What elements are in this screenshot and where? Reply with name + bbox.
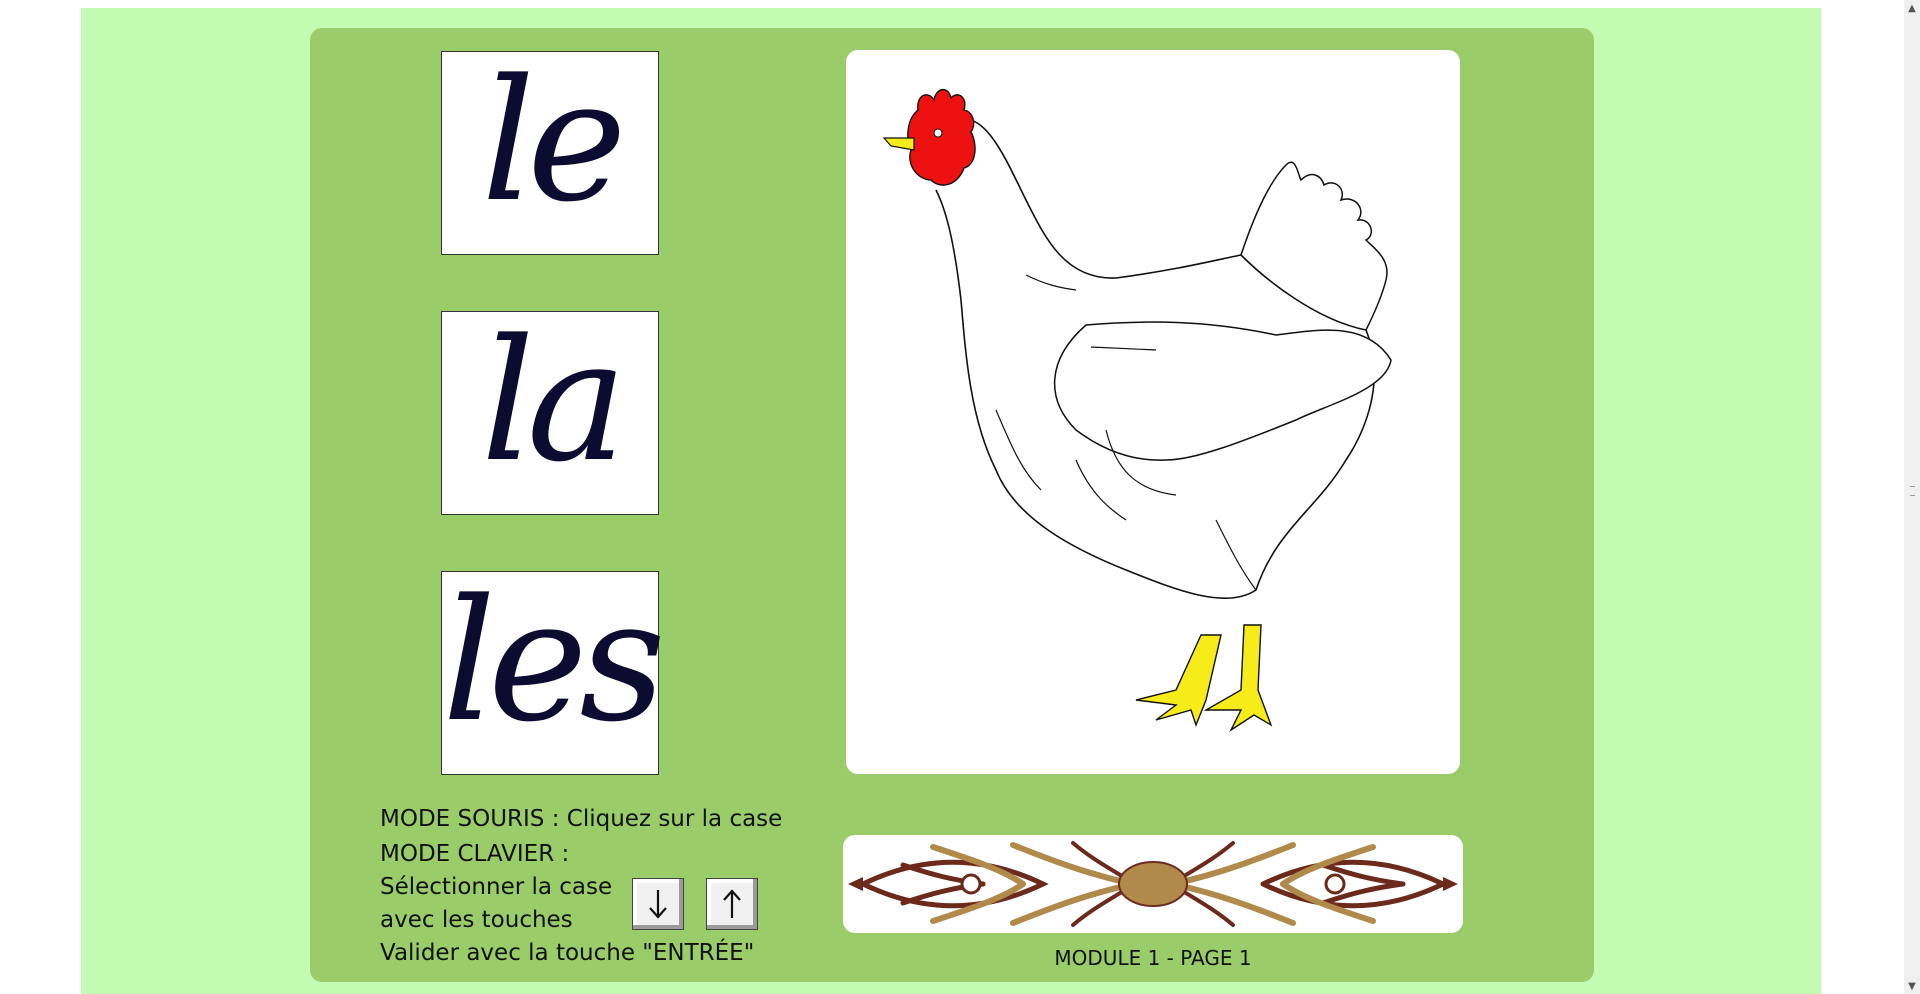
word-text: les xyxy=(442,563,665,759)
down-arrow-icon xyxy=(649,890,667,919)
scroll-up-icon[interactable]: ▲ xyxy=(1904,0,1920,16)
down-arrow-key[interactable] xyxy=(632,878,684,930)
decorative-ornament xyxy=(848,841,1458,927)
hen-illustration xyxy=(882,88,1392,732)
word-card-la[interactable]: la xyxy=(441,311,659,515)
word-card-les[interactable]: les xyxy=(441,563,666,775)
image-frame xyxy=(846,50,1460,774)
vertical-scrollbar[interactable]: ▲ ▼ xyxy=(1904,0,1920,994)
scroll-down-icon[interactable]: ▼ xyxy=(1904,978,1920,994)
word-text: le xyxy=(481,43,626,239)
scroll-grip[interactable] xyxy=(1910,486,1915,496)
mouse-mode-instruction: MODE SOURIS : Cliquez sur la case xyxy=(380,806,783,832)
module-page-label: MODULE 1 - PAGE 1 xyxy=(1054,946,1252,970)
up-arrow-icon xyxy=(723,889,741,918)
ornament-frame xyxy=(843,835,1463,933)
word-text: la xyxy=(481,303,627,499)
select-instruction-line2: avec les touches xyxy=(380,907,573,933)
select-instruction-line1: Sélectionner la case xyxy=(380,874,613,900)
word-card-le[interactable]: le xyxy=(441,51,659,255)
keyboard-mode-heading: MODE CLAVIER : xyxy=(380,841,570,867)
validate-instruction: Valider avec la touche "ENTRÉE" xyxy=(380,940,755,966)
up-arrow-key[interactable] xyxy=(706,878,758,930)
